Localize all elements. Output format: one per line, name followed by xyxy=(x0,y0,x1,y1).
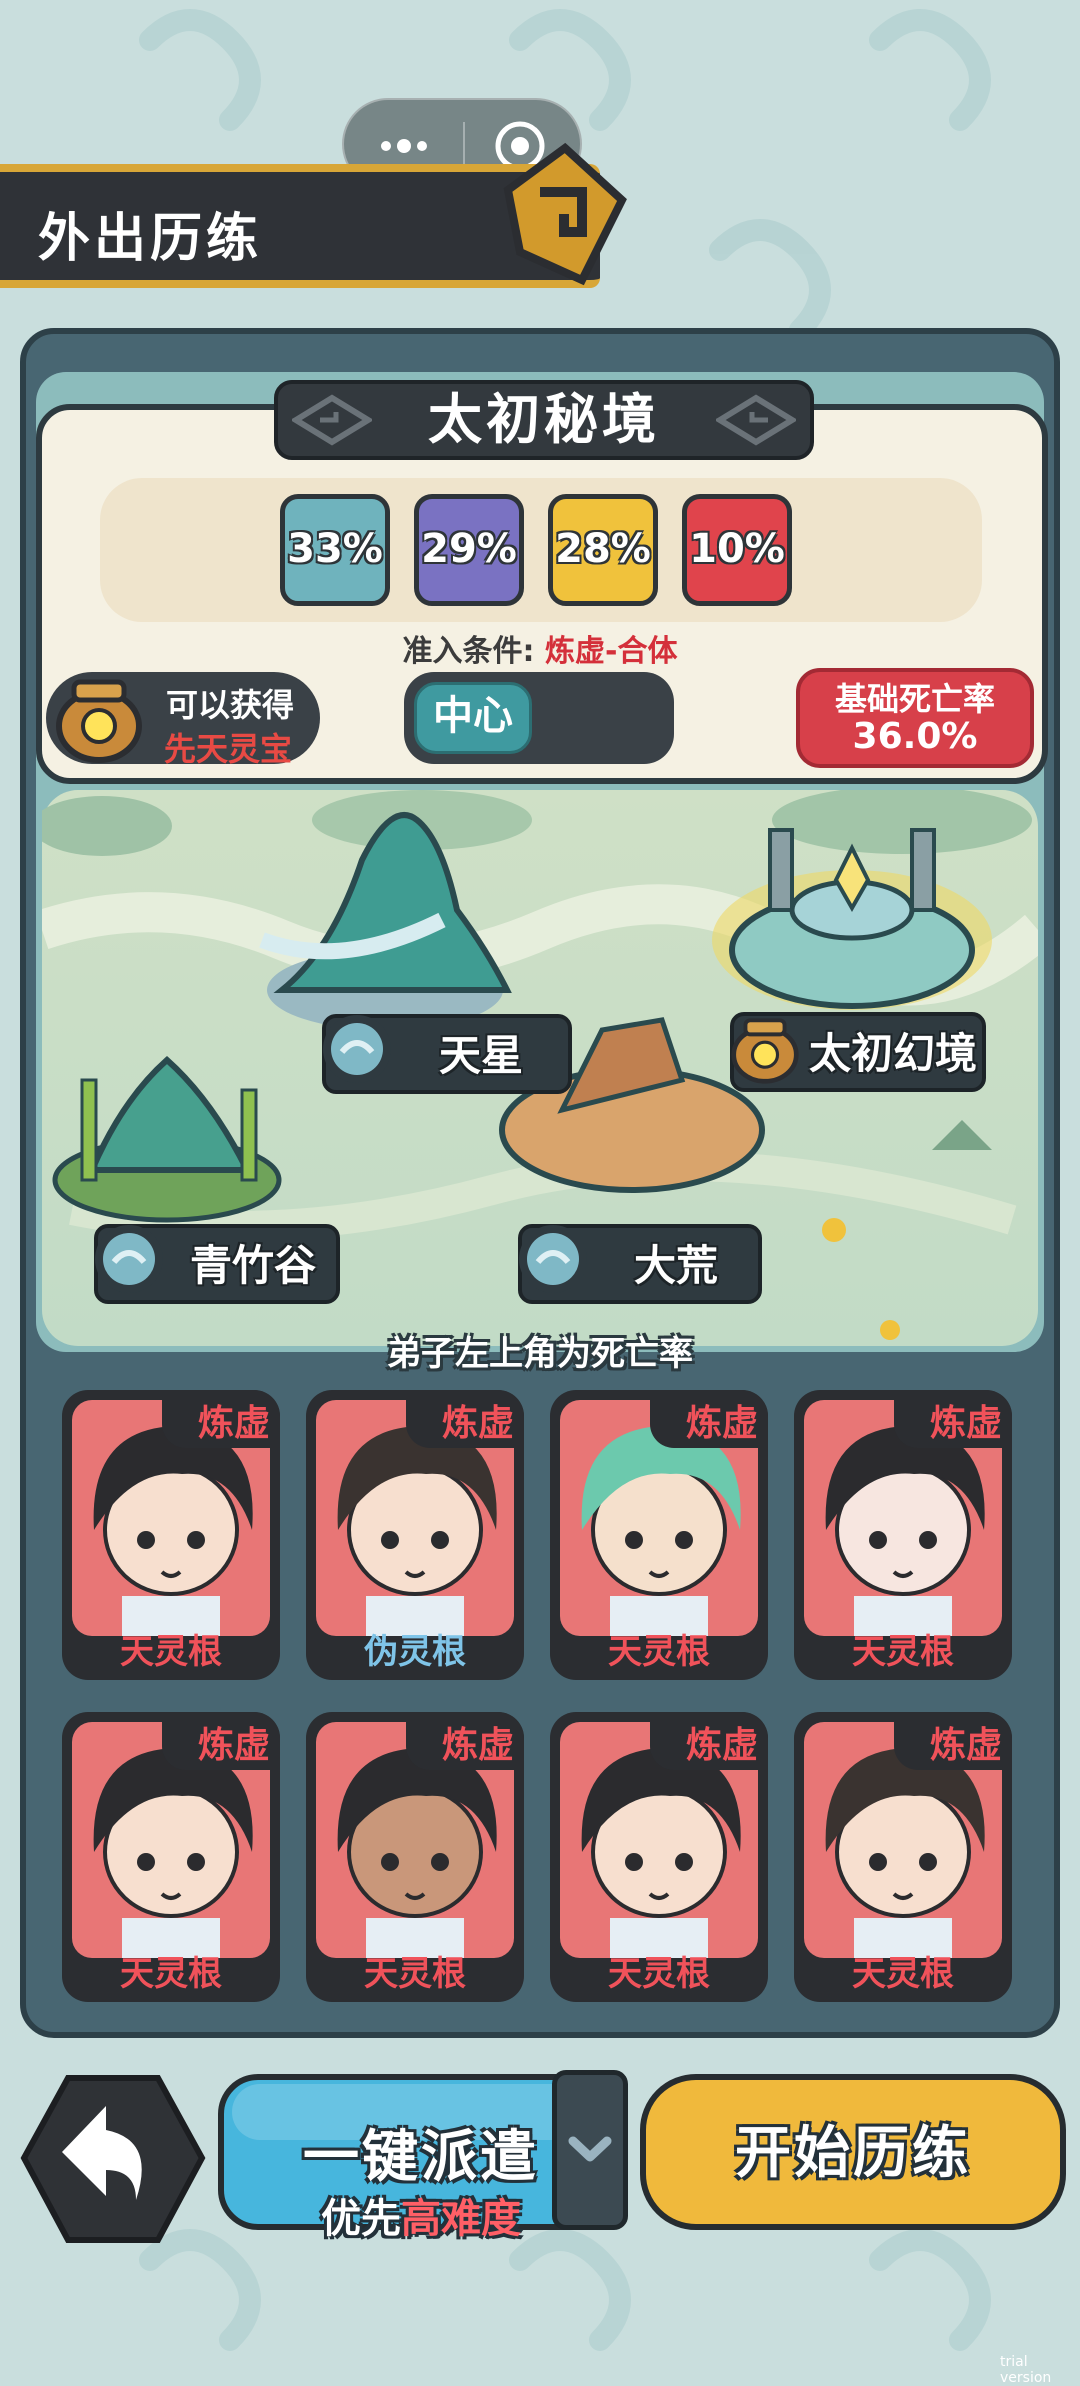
spirit-root-label: 天灵根 xyxy=(852,1632,954,1672)
cultivation-rank: 炼虚 xyxy=(197,1725,270,1766)
spirit-root-label: 天灵根 xyxy=(120,1954,222,1994)
map-location-name: 青竹谷 xyxy=(189,1241,316,1290)
entry-condition-value: 炼虚-合体 xyxy=(545,634,678,669)
chevron-down-icon xyxy=(568,2136,612,2162)
realm-title: 太初秘境 xyxy=(428,388,660,451)
back-button[interactable] xyxy=(18,2070,206,2246)
spirit-root-label: 天灵根 xyxy=(364,1954,466,1994)
cultivation-rank: 炼虚 xyxy=(929,1403,1002,1444)
probability-strip xyxy=(100,478,982,622)
disciple-card[interactable]: 炼虚天灵根 xyxy=(794,1712,1012,2002)
cultivation-rank: 炼虚 xyxy=(685,1403,758,1444)
death-rate-hint: 弟子左上角为死亡率 xyxy=(387,1334,693,1374)
disciple-card[interactable]: 炼虚天灵根 xyxy=(62,1712,280,2002)
spirit-root-label: 天灵根 xyxy=(608,1954,710,1994)
probability-tier-3: 28% xyxy=(548,494,658,606)
spirit-root-label: 天灵根 xyxy=(120,1632,222,1672)
entry-condition-label: 准入条件: xyxy=(402,634,535,669)
cultivation-rank: 炼虚 xyxy=(441,1403,514,1444)
treasure-cauldron-icon xyxy=(731,1018,799,1084)
cultivation-rank: 炼虚 xyxy=(441,1725,514,1766)
orb-icon xyxy=(95,1225,163,1293)
watermark: trial version xyxy=(1000,2354,1052,2386)
emblem-icon xyxy=(503,142,627,286)
cultivation-rank: 炼虚 xyxy=(197,1403,270,1444)
location-tag-label: 中心 xyxy=(433,693,513,739)
reward-label: 可以获得 xyxy=(166,686,295,724)
map-location-name: 大荒 xyxy=(633,1241,718,1290)
cultivation-rank: 炼虚 xyxy=(685,1725,758,1766)
reward-value: 先天灵宝 xyxy=(164,730,293,768)
spirit-root-label: 伪灵根 xyxy=(364,1632,466,1672)
entry-condition: 准入条件: 炼虚-合体 xyxy=(0,626,1080,670)
more-options-icon[interactable] xyxy=(374,128,434,164)
map-location-name: 天星 xyxy=(438,1031,523,1080)
probability-tier-2: 29% xyxy=(414,494,524,606)
disciple-card[interactable]: 炼虚天灵根 xyxy=(550,1390,768,1680)
dispatch-priority-value: 高难度 xyxy=(401,2196,521,2242)
death-rate-label: 基础死亡率 xyxy=(834,680,995,718)
orb-icon xyxy=(323,1015,391,1083)
orb-icon xyxy=(519,1225,587,1293)
death-rate-value: 36.0% xyxy=(852,716,978,757)
spirit-root-label: 天灵根 xyxy=(608,1632,710,1672)
dispatch-mode-dropdown[interactable] xyxy=(552,2070,628,2230)
dispatch-priority-prefix: 优先 xyxy=(321,2196,401,2242)
start-training-label: 开始历练 xyxy=(735,2121,971,2186)
cultivation-rank: 炼虚 xyxy=(929,1725,1002,1766)
disciple-card[interactable]: 炼虚伪灵根 xyxy=(306,1390,524,1680)
spirit-root-label: 天灵根 xyxy=(852,1954,954,1994)
probability-tier-4: 10% xyxy=(682,494,792,606)
map-location-name: 太初幻境 xyxy=(808,1029,977,1078)
treasure-cauldron-icon xyxy=(56,679,142,763)
disciple-card[interactable]: 炼虚天灵根 xyxy=(306,1712,524,2002)
disciple-card[interactable]: 炼虚天灵根 xyxy=(62,1390,280,1680)
disciple-card[interactable]: 炼虚天灵根 xyxy=(550,1712,768,2002)
disciple-card[interactable]: 炼虚天灵根 xyxy=(794,1390,1012,1680)
probability-tier-1: 33% xyxy=(280,494,390,606)
page-title: 外出历练 xyxy=(38,209,263,269)
